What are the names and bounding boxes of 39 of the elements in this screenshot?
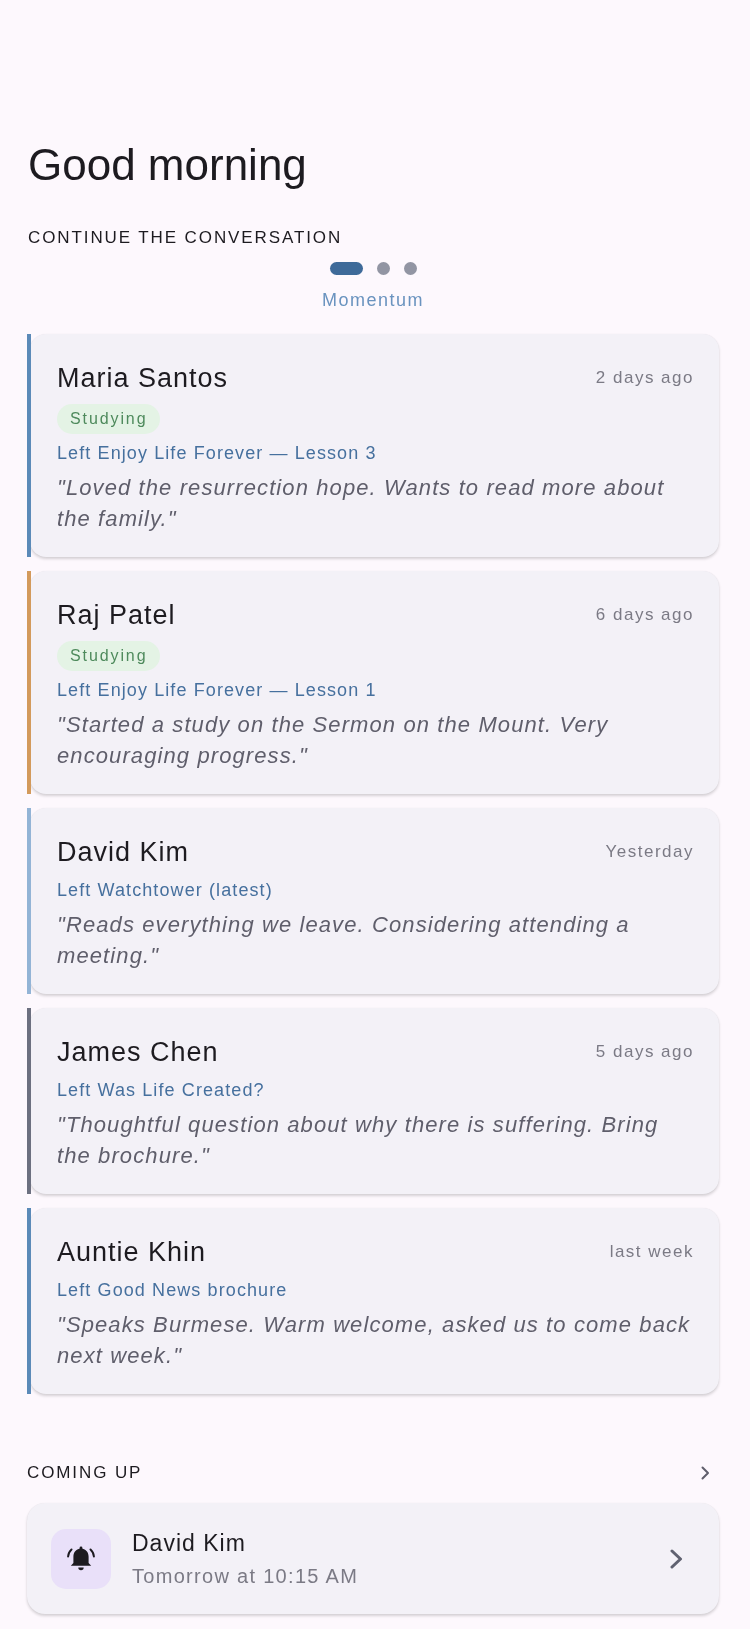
visit-note: "Loved the resurrection hope. Wants to read more about the family." (57, 474, 666, 533)
conversation-card[interactable]: Maria Santos 2 days ago Studying Left Enjoy Life Forever — Lesson 3 "Loved the resurrection hope. Wants to read more about the family." (30, 334, 719, 557)
conversation-card[interactable]: David Kim Yesterday Left Watchtower (latest) "Reads everything we leave. Considering attending a meeting." (30, 808, 719, 994)
chevron-right-icon[interactable] (701, 1466, 710, 1480)
conversation-card[interactable]: Raj Patel 6 days ago Studying Left Enjoy Life Forever — Lesson 1 "Started a study on the Sermon on the Mount. Very encouraging progress." (30, 571, 719, 794)
conversation-card[interactable]: Auntie Khin last week Left Good News brochure "Speaks Burmese. Warm welcome, asked us to come back next week." (30, 1208, 719, 1394)
visit-note: "Reads everything we leave. Considering attending a meeting." (57, 911, 631, 970)
reminder-card[interactable]: David Kim Tomorrow at 10:15 AM (27, 1503, 719, 1614)
contact-name: David Kim (57, 836, 190, 868)
last-visit-time: Yesterday (605, 841, 694, 863)
section-title: COMING UP (27, 1463, 143, 1483)
reminder-name: David Kim (132, 1528, 247, 1557)
visit-note: "Started a study on the Sermon on the Mount. Very encouraging progress." (57, 711, 610, 770)
page-dot-icon[interactable] (376, 262, 390, 275)
contact-name: James Chen (57, 1036, 219, 1068)
visit-note: "Thoughtful question about why there is suffering. Bring the brochure." (57, 1111, 660, 1170)
contact-name: Raj Patel (57, 599, 176, 631)
contact-name: Auntie Khin (57, 1236, 207, 1268)
section-title: CONTINUE THE CONVERSATION (27, 228, 344, 248)
literature-left-text: Left Watchtower (latest) (57, 879, 274, 902)
last-visit-time: 2 days ago (595, 367, 694, 389)
visit-note: "Speaks Burmese. Warm welcome, asked us to come back next week." (57, 1311, 692, 1370)
literature-left-text: Left Good News brochure (57, 1279, 289, 1302)
chevron-right-icon (670, 1548, 683, 1569)
literature-left-text: Left Was Life Created? (57, 1079, 266, 1102)
reminder-time: Tomorrow at 10:15 AM (132, 1563, 360, 1589)
literature-left-text: Left Enjoy Life Forever — Lesson 1 (57, 679, 378, 702)
contact-name: Maria Santos (57, 362, 229, 394)
page-title: Momentum (322, 290, 424, 310)
status-badge: Studying (57, 404, 161, 434)
last-visit-time: 6 days ago (595, 604, 694, 626)
literature-left-text: Left Enjoy Life Forever — Lesson 3 (57, 442, 378, 465)
last-visit-time: 5 days ago (595, 1041, 694, 1063)
greeting-heading: Good morning (27, 139, 308, 191)
conversation-card[interactable]: James Chen 5 days ago Left Was Life Created? "Thoughtful question about why there is suffering. Bring the brochure." (30, 1008, 719, 1194)
status-badge: Studying (57, 641, 161, 671)
last-visit-time: last week (609, 1241, 694, 1263)
bell-icon (51, 1528, 111, 1589)
page-dot-icon[interactable] (403, 262, 417, 275)
